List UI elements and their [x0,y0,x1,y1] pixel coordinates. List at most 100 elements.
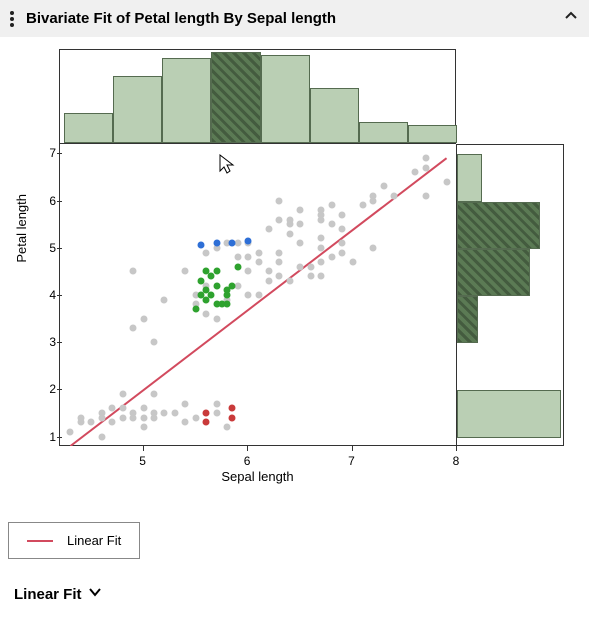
data-point[interactable] [339,211,346,218]
data-point[interactable] [422,155,429,162]
data-point[interactable] [234,254,241,261]
data-point[interactable] [77,419,84,426]
data-point[interactable] [229,240,236,247]
data-point[interactable] [297,221,304,228]
data-point[interactable] [119,414,126,421]
data-point[interactable] [318,258,325,265]
data-point[interactable] [171,409,178,416]
right-histogram[interactable] [456,144,564,446]
data-point[interactable] [339,225,346,232]
data-point[interactable] [255,292,262,299]
data-point[interactable] [412,169,419,176]
data-point[interactable] [203,249,210,256]
data-point[interactable] [213,301,220,308]
hist-bar[interactable] [261,55,310,143]
data-point[interactable] [140,405,147,412]
data-point[interactable] [203,409,210,416]
data-point[interactable] [286,277,293,284]
data-point[interactable] [265,277,272,284]
data-point[interactable] [182,419,189,426]
data-point[interactable] [130,325,137,332]
hist-bar[interactable] [457,202,540,249]
data-point[interactable] [203,310,210,317]
scatter-plot[interactable] [59,144,456,446]
hist-bar[interactable] [211,52,260,143]
data-point[interactable] [151,339,158,346]
data-point[interactable] [140,315,147,322]
data-point[interactable] [229,405,236,412]
data-point[interactable] [224,424,231,431]
top-histogram[interactable] [59,49,456,144]
data-point[interactable] [109,419,116,426]
data-point[interactable] [98,433,105,440]
data-point[interactable] [276,273,283,280]
data-point[interactable] [318,244,325,251]
data-point[interactable] [130,268,137,275]
data-point[interactable] [98,414,105,421]
data-point[interactable] [213,409,220,416]
hist-bar[interactable] [457,249,530,296]
hist-bar[interactable] [310,88,359,143]
data-point[interactable] [229,282,236,289]
data-point[interactable] [88,419,95,426]
data-point[interactable] [245,237,252,244]
data-point[interactable] [130,409,137,416]
hist-bar[interactable] [162,58,211,143]
linear-fit-dropdown[interactable]: Linear Fit [14,585,102,603]
data-point[interactable] [229,414,236,421]
data-point[interactable] [328,254,335,261]
data-point[interactable] [265,268,272,275]
data-point[interactable] [370,244,377,251]
data-point[interactable] [198,277,205,284]
data-point[interactable] [276,249,283,256]
data-point[interactable] [208,292,215,299]
data-point[interactable] [422,192,429,199]
data-point[interactable] [234,263,241,270]
data-point[interactable] [213,315,220,322]
data-point[interactable] [161,409,168,416]
more-icon[interactable] [10,11,14,27]
data-point[interactable] [203,419,210,426]
data-point[interactable] [391,192,398,199]
data-point[interactable] [213,282,220,289]
data-point[interactable] [380,183,387,190]
data-point[interactable] [328,221,335,228]
data-point[interactable] [422,164,429,171]
data-point[interactable] [297,240,304,247]
data-point[interactable] [151,409,158,416]
data-point[interactable] [349,258,356,265]
data-point[interactable] [339,249,346,256]
data-point[interactable] [359,202,366,209]
data-point[interactable] [140,424,147,431]
data-point[interactable] [297,263,304,270]
hist-bar[interactable] [457,390,561,437]
data-point[interactable] [224,301,231,308]
data-point[interactable] [265,225,272,232]
data-point[interactable] [182,268,189,275]
data-point[interactable] [140,414,147,421]
data-point[interactable] [297,207,304,214]
data-point[interactable] [318,207,325,214]
data-point[interactable] [213,240,220,247]
data-point[interactable] [109,405,116,412]
data-point[interactable] [161,296,168,303]
data-point[interactable] [255,249,262,256]
data-point[interactable] [339,240,346,247]
data-point[interactable] [443,178,450,185]
data-point[interactable] [307,273,314,280]
data-point[interactable] [318,235,325,242]
data-point[interactable] [307,263,314,270]
hist-bar[interactable] [408,125,457,143]
hist-bar[interactable] [113,76,162,143]
data-point[interactable] [276,216,283,223]
data-point[interactable] [255,258,262,265]
data-point[interactable] [119,405,126,412]
hist-bar[interactable] [457,154,482,201]
data-point[interactable] [198,292,205,299]
data-point[interactable] [286,216,293,223]
data-point[interactable] [192,414,199,421]
hist-bar[interactable] [64,113,113,143]
data-point[interactable] [245,268,252,275]
chevron-up-icon[interactable] [563,8,579,29]
data-point[interactable] [328,202,335,209]
